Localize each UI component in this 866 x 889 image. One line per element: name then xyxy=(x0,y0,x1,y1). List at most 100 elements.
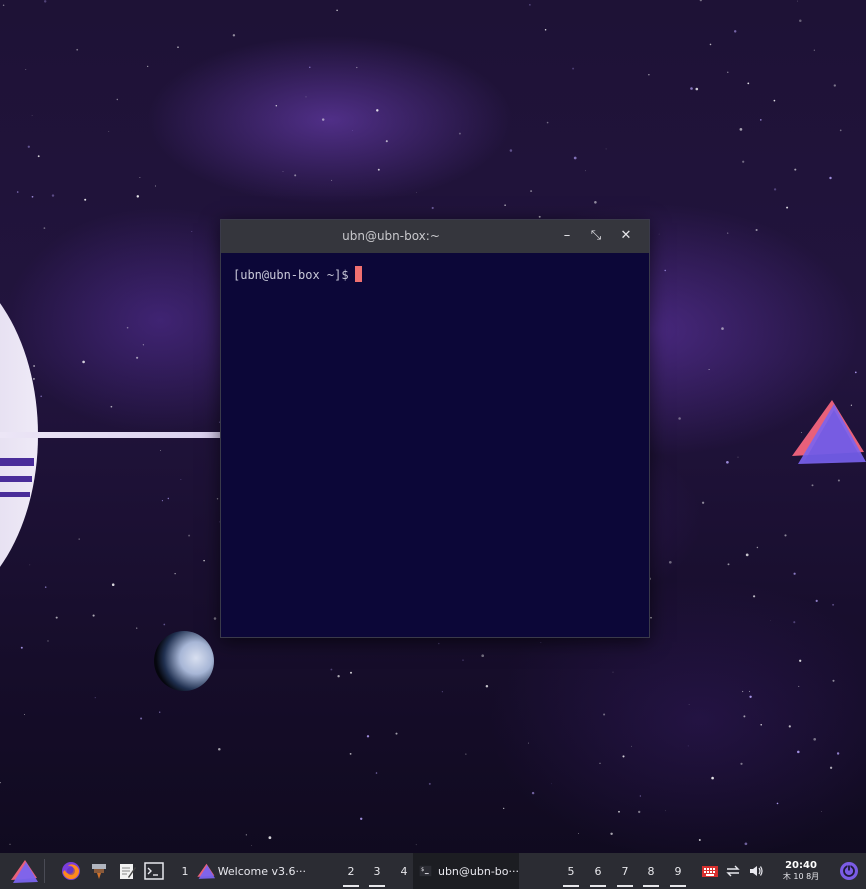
firefox-launcher[interactable] xyxy=(58,853,84,889)
star xyxy=(78,538,80,540)
star xyxy=(428,782,431,785)
star xyxy=(356,66,358,69)
star xyxy=(605,148,607,150)
star xyxy=(76,48,79,51)
star xyxy=(622,755,625,758)
task-label: ubn@ubn-bo··· xyxy=(437,864,519,878)
star xyxy=(31,115,33,116)
workspace-indicator xyxy=(343,885,359,887)
title-bar[interactable]: ubn@ubn-box:~ – ⤡ ✕ xyxy=(221,220,649,253)
star xyxy=(136,195,140,198)
star xyxy=(213,617,217,620)
star xyxy=(180,479,182,481)
svg-text:$: $ xyxy=(421,867,424,873)
terminal-window[interactable]: ubn@ubn-box:~ – ⤡ ✕ [ubn@ubn-box ~]$ xyxy=(220,219,650,638)
close-button[interactable]: ✕ xyxy=(618,228,634,244)
planet-band xyxy=(0,476,32,482)
workspace-1[interactable]: 1 xyxy=(173,853,197,889)
terminal-body[interactable]: [ubn@ubn-box ~]$ xyxy=(221,253,649,637)
workspace-3[interactable]: 3 xyxy=(365,853,389,889)
star xyxy=(94,697,96,699)
star xyxy=(639,795,641,797)
star xyxy=(9,843,11,845)
star xyxy=(773,188,777,191)
star xyxy=(744,842,748,846)
star xyxy=(544,29,547,31)
star xyxy=(415,844,417,846)
star xyxy=(797,750,800,754)
task-welcome[interactable]: Welcome v3.6··· xyxy=(196,853,306,889)
star xyxy=(854,371,857,374)
workspace-label: 3 xyxy=(373,864,381,878)
volume-button[interactable] xyxy=(745,853,767,889)
star xyxy=(737,456,739,458)
star xyxy=(2,4,5,6)
star xyxy=(29,564,31,566)
star xyxy=(788,725,791,728)
star xyxy=(770,620,771,621)
star xyxy=(829,766,833,769)
star xyxy=(116,98,119,101)
terminal-icon xyxy=(144,862,164,880)
star xyxy=(821,811,822,812)
star xyxy=(147,65,149,67)
star xyxy=(759,119,762,121)
star xyxy=(37,155,40,158)
garuda-logo-icon xyxy=(792,400,866,464)
star xyxy=(458,132,461,135)
star xyxy=(747,82,750,85)
star xyxy=(699,0,702,2)
workspace-8[interactable]: 8 xyxy=(639,853,663,889)
star xyxy=(188,534,191,537)
star xyxy=(529,4,531,6)
text-editor-launcher[interactable] xyxy=(114,853,140,889)
star xyxy=(739,128,743,131)
maximize-button[interactable]: ⤡ xyxy=(588,228,604,244)
workspace-2[interactable]: 2 xyxy=(339,853,363,889)
star xyxy=(330,668,333,671)
star xyxy=(665,810,666,812)
workspace-label: 9 xyxy=(674,864,682,878)
workspace-9[interactable]: 9 xyxy=(666,853,690,889)
star xyxy=(503,807,505,810)
workspace-5[interactable]: 5 xyxy=(559,853,583,889)
star xyxy=(678,417,681,420)
star xyxy=(268,836,272,840)
star xyxy=(698,839,701,841)
star xyxy=(309,66,311,68)
star xyxy=(701,501,705,504)
star xyxy=(749,695,752,698)
star xyxy=(794,168,797,171)
star xyxy=(727,232,729,234)
star xyxy=(139,176,141,178)
star xyxy=(687,745,689,747)
clock[interactable]: 20:40 木 10 8月 xyxy=(774,853,828,889)
keyboard-layout-button[interactable] xyxy=(698,853,722,889)
star xyxy=(33,365,36,367)
star xyxy=(385,140,388,143)
task-terminal[interactable]: $ ubn@ubn-bo··· xyxy=(413,853,519,889)
star xyxy=(756,546,759,549)
star xyxy=(832,679,835,682)
app-menu-button[interactable] xyxy=(6,853,42,889)
workspace-6[interactable]: 6 xyxy=(586,853,610,889)
star xyxy=(618,810,620,813)
star xyxy=(745,553,749,557)
star xyxy=(509,149,513,152)
terminal-launcher[interactable] xyxy=(141,853,167,889)
network-button[interactable] xyxy=(722,853,744,889)
minimize-button[interactable]: – xyxy=(559,228,575,244)
star xyxy=(793,572,796,575)
star xyxy=(813,49,815,51)
star xyxy=(631,745,632,747)
power-button[interactable] xyxy=(836,853,862,889)
star xyxy=(136,356,139,359)
star xyxy=(551,783,552,785)
star xyxy=(688,704,690,705)
file-manager-launcher[interactable] xyxy=(86,853,112,889)
star xyxy=(711,776,714,780)
garuda-logo-icon xyxy=(11,860,38,883)
workspace-7[interactable]: 7 xyxy=(613,853,637,889)
star xyxy=(366,735,370,738)
star xyxy=(752,595,756,598)
